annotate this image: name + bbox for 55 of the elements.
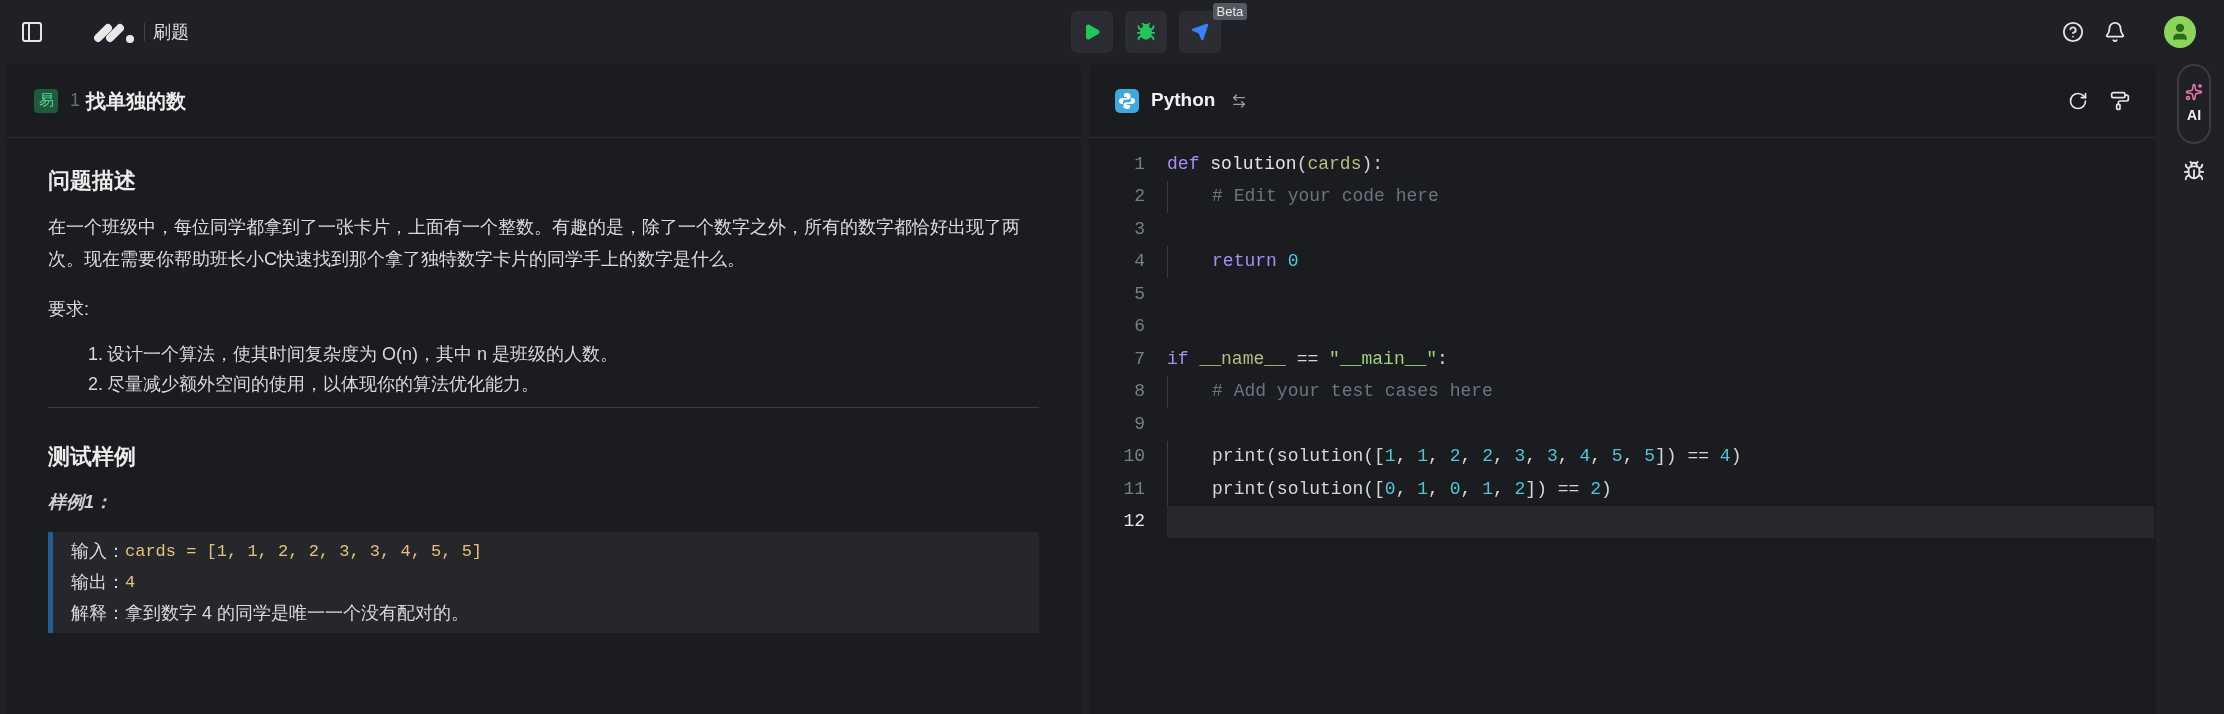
sidebar-toggle-icon[interactable] xyxy=(20,20,44,44)
difficulty-badge: 易 xyxy=(34,88,58,113)
line-number: 4 xyxy=(1133,250,1146,274)
sample-label: 输入： xyxy=(71,540,125,563)
problem-title: 找单独的数 xyxy=(86,88,186,114)
line-number: 3 xyxy=(1133,217,1146,241)
sample-label: 解释： xyxy=(71,602,125,625)
reset-icon[interactable] xyxy=(2068,90,2089,111)
sample-title: 样例1： xyxy=(48,491,113,514)
line-number: 5 xyxy=(1133,282,1146,306)
line-number: 12 xyxy=(1122,510,1146,534)
list-number: 2. xyxy=(88,373,103,396)
code-line: def solution(cards): xyxy=(1167,152,1384,176)
python-icon xyxy=(1115,88,1140,113)
code-line: if __name__ == "__main__": xyxy=(1167,347,1448,371)
debug-button[interactable] xyxy=(1124,11,1167,53)
avatar[interactable] xyxy=(2164,16,2196,48)
code-line: # Edit your code here xyxy=(1167,180,1439,213)
list-number: 1. xyxy=(88,343,103,366)
beta-badge: Beta xyxy=(1212,3,1248,20)
paper-plane-icon xyxy=(1190,23,1209,41)
notification-bell-icon[interactable] xyxy=(2104,21,2126,43)
paint-roller-icon[interactable] xyxy=(2110,90,2131,111)
requirement-text: 设计一个算法，使其时间复杂度为 O(n)，其中 n 是班级的人数。 xyxy=(107,343,619,366)
sample-label: 输出： xyxy=(71,571,125,594)
code-line: print(solution([1, 1, 2, 2, 3, 3, 4, 5, 5]) == 4) xyxy=(1167,440,1742,473)
line-number: 9 xyxy=(1133,412,1146,436)
sample-explanation: 拿到数字 4 的同学是唯一一个没有配对的。 xyxy=(125,602,469,625)
line-number: 6 xyxy=(1133,315,1146,339)
code-line: # Add your test cases here xyxy=(1167,375,1493,408)
section-heading: 测试样例 xyxy=(48,443,137,471)
line-number: 8 xyxy=(1133,380,1146,404)
bug-icon xyxy=(1135,22,1156,42)
section-heading: 问题描述 xyxy=(48,167,137,195)
line-number: 11 xyxy=(1122,477,1146,501)
line-number: 10 xyxy=(1122,445,1146,469)
switch-language-icon[interactable] xyxy=(1231,92,1248,109)
sparkle-icon xyxy=(2185,82,2204,101)
description-paragraph: 在一个班级中，每位同学都拿到了一张卡片，上面有一个整数。有趣的是，除了一个数字之外，所有的数字都恰好出现了两次。现在需要你帮助班长小C快速找到那个拿了独特数字卡片的同学手上的数字是什么。 xyxy=(48,216,1021,271)
requirement-text: 尽量减少额外空间的使用，以体现你的算法优化能力。 xyxy=(107,373,539,396)
code-line: print(solution([0, 1, 0, 1, 2]) == 2) xyxy=(1167,473,1612,506)
bug-icon[interactable] xyxy=(2183,160,2206,182)
help-icon[interactable] xyxy=(2062,21,2084,43)
ai-button[interactable]: AI xyxy=(2177,64,2212,144)
line-number: 7 xyxy=(1133,347,1146,371)
requirements-label: 要求: xyxy=(48,298,90,321)
line-number: 1 xyxy=(1133,152,1146,176)
line-number: 2 xyxy=(1133,185,1146,209)
sample-code: cards = [1, 1, 2, 2, 3, 3, 4, 5, 5] xyxy=(125,541,483,563)
language-label: Python xyxy=(1151,88,1216,113)
sample-code: 4 xyxy=(125,572,136,594)
problem-number: 1 xyxy=(70,89,80,112)
run-button[interactable] xyxy=(1070,11,1113,53)
page-title: 刷题 xyxy=(153,20,189,44)
code-line: return 0 xyxy=(1167,245,1299,278)
